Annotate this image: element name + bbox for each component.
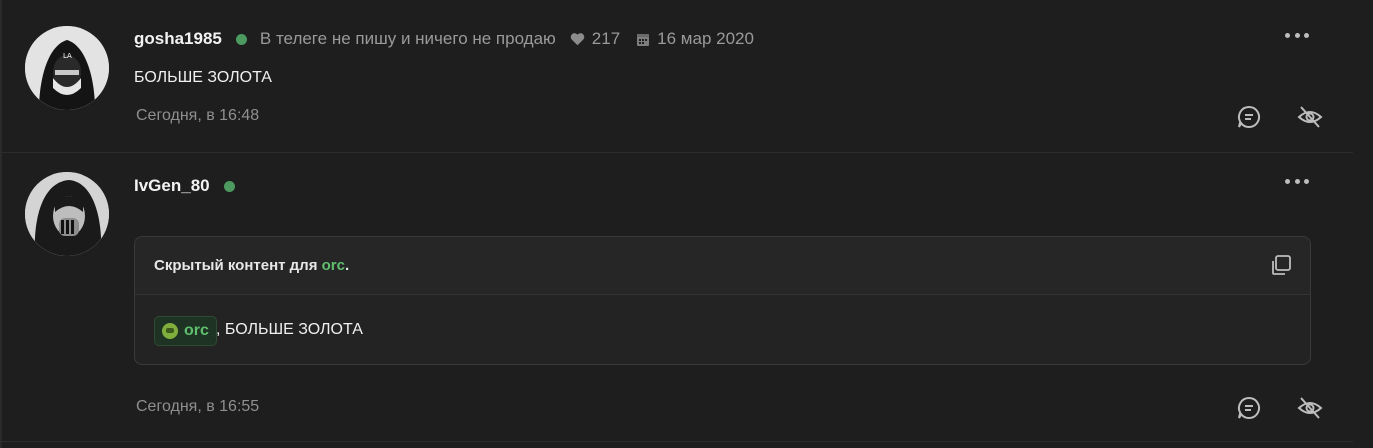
likes-counter: 217 xyxy=(570,29,620,49)
username[interactable]: IvGen_80 xyxy=(134,176,210,196)
hidden-content-block: Скрытый контент для orc. orc , БОЛЬШЕ ЗО… xyxy=(134,236,1311,365)
svg-text:LA: LA xyxy=(63,52,72,60)
hidden-content-text: , БОЛЬШЕ ЗОЛОТА xyxy=(216,321,363,338)
join-date: 16 мар 2020 xyxy=(636,29,754,49)
hidden-title-suffix: . xyxy=(344,257,350,274)
post: LA gosha1985 В телеге не пишу и ничего н… xyxy=(0,0,1353,153)
more-icon[interactable] xyxy=(1285,176,1309,186)
heart-icon xyxy=(570,33,585,46)
post-header: gosha1985 В телеге не пишу и ничего не п… xyxy=(134,27,754,51)
calendar-icon xyxy=(637,33,650,46)
reply-icon[interactable] xyxy=(1236,395,1262,421)
group-mention-tag[interactable]: orc xyxy=(154,316,217,346)
post-header: IvGen_80 xyxy=(134,174,235,198)
hidden-group-link[interactable]: orc xyxy=(322,257,345,274)
group-mention-label: orc xyxy=(184,322,209,339)
user-status: В телеге не пишу и ничего не продаю xyxy=(259,29,556,48)
post-time[interactable]: Сегодня, в 16:55 xyxy=(136,398,259,416)
hidden-content-title: Скрытый контент для orc. xyxy=(154,257,349,274)
username[interactable]: gosha1985 xyxy=(134,29,222,49)
more-icon[interactable] xyxy=(1285,30,1309,40)
avatar[interactable]: LA xyxy=(25,26,109,110)
hide-icon[interactable] xyxy=(1297,104,1323,130)
join-date-text: 16 мар 2020 xyxy=(657,29,754,48)
hidden-content-body: orc , БОЛЬШЕ ЗОЛОТА xyxy=(135,295,1310,364)
online-indicator xyxy=(223,180,235,192)
likes-count: 217 xyxy=(591,29,621,48)
scrollbar-track[interactable] xyxy=(1353,0,1373,448)
post-time[interactable]: Сегодня, в 16:48 xyxy=(136,107,259,125)
orc-icon xyxy=(162,323,178,339)
reply-icon[interactable] xyxy=(1236,104,1262,130)
post-body: БОЛЬШЕ ЗОЛОТА xyxy=(134,69,272,86)
post: IvGen_80 Скрытый контент для orc. orc , … xyxy=(0,153,1353,442)
avatar[interactable] xyxy=(25,172,109,256)
hidden-content-header: Скрытый контент для orc. xyxy=(135,237,1310,295)
online-indicator xyxy=(235,33,247,45)
hide-icon[interactable] xyxy=(1297,395,1323,421)
hidden-title-prefix: Скрытый контент для xyxy=(154,257,318,274)
copy-icon[interactable] xyxy=(1270,254,1292,276)
